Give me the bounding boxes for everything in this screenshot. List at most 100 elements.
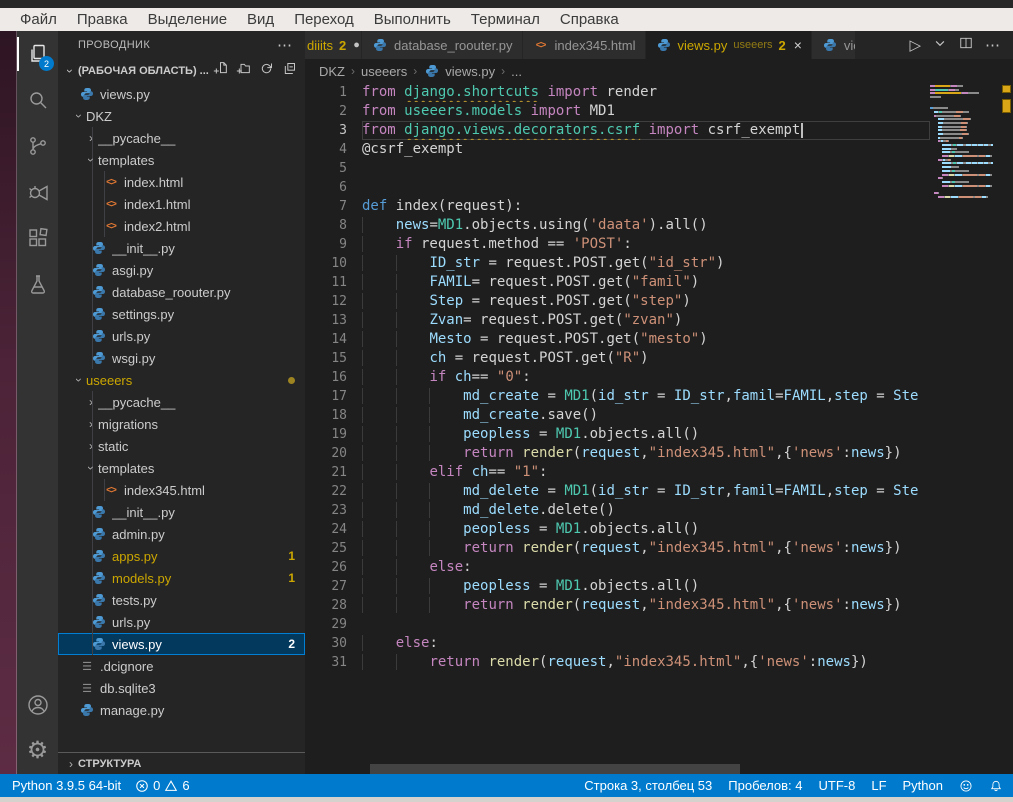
more-actions-icon[interactable]: ⋯ — [985, 36, 1001, 54]
code-lines[interactable]: 1from django.shortcuts import render2fro… — [305, 83, 930, 764]
code-line-30[interactable]: 30 else: — [305, 634, 930, 653]
outline-section-header[interactable]: › СТРУКТУРА — [58, 752, 305, 774]
code-line-21[interactable]: 21 elif ch== "1": — [305, 463, 930, 482]
code-line-20[interactable]: 20 return render(request,"index345.html"… — [305, 444, 930, 463]
activity-files-icon[interactable]: 2 — [17, 31, 58, 77]
code-line-23[interactable]: 23 md_delete.delete() — [305, 501, 930, 520]
status-item-строка-3-столбец-53[interactable]: Строка 3, столбец 53 — [584, 778, 712, 793]
code-line-19[interactable]: 19 peopless = MD1.objects.all() — [305, 425, 930, 444]
status-item-utf-8[interactable]: UTF-8 — [819, 778, 856, 793]
code-line-26[interactable]: 26 else: — [305, 558, 930, 577]
tree-item-index2.html[interactable]: <>index2.html — [58, 215, 305, 237]
run-dropdown-icon[interactable] — [933, 36, 947, 55]
tab-views.py[interactable]: views.pyuseeers2× — [646, 31, 812, 59]
overview-ruler[interactable] — [1000, 83, 1013, 774]
code-line-29[interactable]: 29 — [305, 615, 930, 634]
tree-item-urls.py[interactable]: urls.py — [58, 611, 305, 633]
breadcrumb-item-...[interactable]: ... — [511, 64, 522, 79]
code-line-6[interactable]: 6 — [305, 178, 930, 197]
code-line-25[interactable]: 25 return render(request,"index345.html"… — [305, 539, 930, 558]
tree-item-__pycache__[interactable]: ›__pycache__ — [58, 391, 305, 413]
activity-testing-icon[interactable] — [17, 261, 58, 307]
code-line-31[interactable]: 31 return render(request,"index345.html"… — [305, 653, 930, 672]
tab-diiits[interactable]: diiits2● — [305, 31, 362, 59]
tab-index345.html[interactable]: <>index345.html — [523, 31, 646, 59]
horizontal-scrollbar-thumb[interactable] — [370, 764, 740, 774]
menu-item-вид[interactable]: Вид — [237, 11, 284, 28]
tree-item-wsgi.py[interactable]: wsgi.py — [58, 347, 305, 369]
code-line-14[interactable]: 14 Mesto = request.POST.get("mesto") — [305, 330, 930, 349]
tree-item-manage.py[interactable]: manage.py — [58, 699, 305, 721]
code-line-15[interactable]: 15 ch = request.POST.get("R") — [305, 349, 930, 368]
menu-item-правка[interactable]: Правка — [67, 11, 138, 28]
tree-item-asgi.py[interactable]: asgi.py — [58, 259, 305, 281]
run-button[interactable]: ▷ — [909, 38, 921, 53]
tab-database_roouter.py[interactable]: database_roouter.py — [362, 31, 523, 59]
menu-item-справка[interactable]: Справка — [550, 11, 629, 28]
breadcrumb-item-views.py[interactable]: views.py — [423, 64, 495, 79]
tree-item-models.py[interactable]: models.py1 — [58, 567, 305, 589]
collapse-all-icon[interactable] — [282, 61, 297, 81]
tree-item-database_roouter.py[interactable]: database_roouter.py — [58, 281, 305, 303]
activity-search-icon[interactable] — [17, 77, 58, 123]
code-line-9[interactable]: 9 if request.method == 'POST': — [305, 235, 930, 254]
tab-vie[interactable]: vie — [812, 31, 856, 59]
code-line-7[interactable]: 7def index(request): — [305, 197, 930, 216]
code-line-1[interactable]: 1from django.shortcuts import render — [305, 83, 930, 102]
tree-item-settings.py[interactable]: settings.py — [58, 303, 305, 325]
tree-item-__pycache__[interactable]: ›__pycache__ — [58, 127, 305, 149]
activity-extensions-icon[interactable] — [17, 215, 58, 261]
code-line-28[interactable]: 28 return render(request,"index345.html"… — [305, 596, 930, 615]
status-item-пробелов-4[interactable]: Пробелов: 4 — [728, 778, 802, 793]
tree-item-.dcignore[interactable]: ☰.dcignore — [58, 655, 305, 677]
code-line-22[interactable]: 22 md_delete = MD1(id_str = ID_str,famil… — [305, 482, 930, 501]
code-line-4[interactable]: 4@csrf_exempt — [305, 140, 930, 159]
new-file-icon[interactable] — [213, 61, 228, 81]
tree-item-views.py[interactable]: views.py2 — [58, 633, 305, 655]
python-interpreter-status[interactable]: Python 3.9.5 64-bit — [12, 778, 121, 793]
tree-item-static[interactable]: ›static — [58, 435, 305, 457]
tree-item-apps.py[interactable]: apps.py1 — [58, 545, 305, 567]
split-editor-icon[interactable] — [959, 36, 973, 55]
tree-item-views.py[interactable]: views.py — [58, 83, 305, 105]
tree-item-useeers[interactable]: ›useeers — [58, 369, 305, 391]
breadcrumb-item-DKZ[interactable]: DKZ — [319, 64, 345, 79]
code-line-17[interactable]: 17 md_create = MD1(id_str = ID_str,famil… — [305, 387, 930, 406]
new-folder-icon[interactable] — [236, 61, 251, 81]
feedback-icon[interactable] — [959, 779, 973, 793]
status-item-lf[interactable]: LF — [871, 778, 886, 793]
notifications-bell-icon[interactable] — [989, 779, 1003, 793]
activity-source-control-icon[interactable] — [17, 123, 58, 169]
horizontal-scrollbar[interactable] — [362, 764, 930, 774]
status-item-python[interactable]: Python — [903, 778, 943, 793]
tree-item-index1.html[interactable]: <>index1.html — [58, 193, 305, 215]
minimap[interactable] — [930, 85, 1000, 764]
menu-item-терминал[interactable]: Терминал — [461, 11, 550, 28]
explorer-more-actions-icon[interactable]: ⋯ — [277, 36, 293, 54]
tree-item-migrations[interactable]: ›migrations — [58, 413, 305, 435]
problems-status[interactable]: 0 6 — [135, 778, 189, 793]
code-line-27[interactable]: 27 peopless = MD1.objects.all() — [305, 577, 930, 596]
tree-item-db.sqlite3[interactable]: ☰db.sqlite3 — [58, 677, 305, 699]
menu-item-выделение[interactable]: Выделение — [138, 11, 237, 28]
activity-settings-gear-icon[interactable]: ⚙ — [17, 728, 58, 774]
tree-item-urls.py[interactable]: urls.py — [58, 325, 305, 347]
activity-account-icon[interactable] — [17, 682, 58, 728]
code-line-5[interactable]: 5 — [305, 159, 930, 178]
close-icon[interactable]: × — [794, 38, 802, 52]
code-line-12[interactable]: 12 Step = request.POST.get("step") — [305, 292, 930, 311]
tree-item-admin.py[interactable]: admin.py — [58, 523, 305, 545]
menu-item-файл[interactable]: Файл — [10, 11, 67, 28]
tree-item-__init__.py[interactable]: __init__.py — [58, 501, 305, 523]
code-line-8[interactable]: 8 news=MD1.objects.using('daata').all() — [305, 216, 930, 235]
tree-item-__init__.py[interactable]: __init__.py — [58, 237, 305, 259]
code-line-13[interactable]: 13 Zvan= request.POST.get("zvan") — [305, 311, 930, 330]
code-line-16[interactable]: 16 if ch== "0": — [305, 368, 930, 387]
code-line-18[interactable]: 18 md_create.save() — [305, 406, 930, 425]
workspace-section-header[interactable]: › (РАБОЧАЯ ОБЛАСТЬ) ... — [58, 59, 305, 83]
breadcrumb-item-useeers[interactable]: useeers — [361, 64, 407, 79]
code-line-24[interactable]: 24 peopless = MD1.objects.all() — [305, 520, 930, 539]
tree-item-tests.py[interactable]: tests.py — [58, 589, 305, 611]
code-line-2[interactable]: 2from useeers.models import MD1 — [305, 102, 930, 121]
tree-item-templates[interactable]: ›templates — [58, 457, 305, 479]
